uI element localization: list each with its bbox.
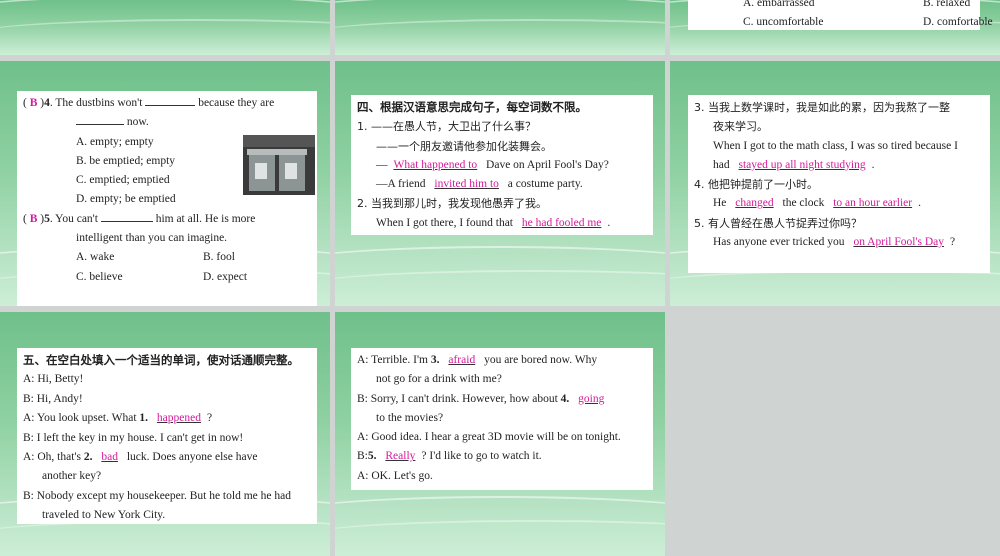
answer-text: happened — [156, 412, 201, 425]
answer-5: B — [29, 212, 38, 225]
multiple-choice-panel: ( B )4. The dustbins won't because they … — [17, 91, 317, 306]
empty-slot — [670, 312, 1000, 556]
translation-panel-2: 3. 当我上数学课时，我是如此的累，因为我熬了一整 夜来学习。 When I g… — [688, 95, 990, 273]
answer-4: B — [29, 97, 38, 109]
answer-text: to an hour earlier — [833, 197, 913, 210]
dialogue-panel-1: 五、在空白处填入一个适当的单词，使对话通顺完整。 A: Hi, Betty! B… — [17, 348, 317, 524]
blank — [76, 113, 124, 126]
option-b: B. fool — [203, 251, 235, 264]
option-d: D. comfortable — [923, 16, 993, 28]
option-d: D. expect — [203, 270, 248, 283]
option-a: A. wake — [76, 251, 115, 264]
slide-thumb-2[interactable] — [335, 0, 665, 55]
answer-text: afraid — [448, 354, 476, 366]
answer-text: stayed up all night studying — [738, 158, 866, 171]
slide-thumb-1[interactable] — [0, 0, 330, 55]
answer-text: Really — [385, 450, 416, 463]
question-5: ( B )5. You can't him at all. He is more — [23, 210, 311, 229]
answer-text: going — [578, 392, 605, 405]
answer-text: he had fooled me — [521, 216, 602, 229]
answer-text: invited him to — [434, 178, 499, 191]
option-a: A. embarrassed — [743, 0, 815, 9]
slide-thumb-4[interactable]: ( B )4. The dustbins won't because they … — [0, 61, 330, 306]
slide-thumb-6[interactable]: 3. 当我上数学课时，我是如此的累，因为我熬了一整 夜来学习。 When I g… — [670, 61, 1000, 306]
answer-text: What happened to — [393, 158, 478, 171]
dialogue-panel-2: A: Terrible. I'm 3. afraid you are bored… — [351, 348, 653, 490]
option-b: B. relaxed — [923, 0, 971, 9]
option-c: C. believe — [76, 270, 123, 283]
options-panel: A. embarrassed B. relaxed C. uncomfortabl… — [688, 0, 993, 30]
dustbin-image — [243, 135, 315, 195]
slide-thumb-7[interactable]: 五、在空白处填入一个适当的单词，使对话通顺完整。 A: Hi, Betty! B… — [0, 312, 330, 556]
blank — [100, 210, 153, 222]
translation-panel-1: 四、根据汉语意思完成句子，每空词数不限。 1. ——在愚人节，大卫出了什么事？ … — [351, 95, 653, 235]
slide-thumb-3[interactable]: A. embarrassed B. relaxed C. uncomfortabl… — [670, 0, 1000, 55]
section-heading: 五、在空白处填入一个适当的单词，使对话通顺完整。 — [23, 353, 299, 367]
answer-text: changed — [735, 197, 774, 210]
slide-thumb-8[interactable]: A: Terrible. I'm 3. afraid you are bored… — [335, 312, 665, 556]
slide-thumb-5[interactable]: 四、根据汉语意思完成句子，每空词数不限。 1. ——在愚人节，大卫出了什么事？ … — [335, 61, 665, 306]
blank — [145, 94, 196, 106]
question-4: ( B )4. The dustbins won't because they … — [23, 94, 311, 113]
answer-text: bad — [101, 451, 118, 464]
section-heading: 四、根据汉语意思完成句子，每空词数不限。 — [357, 100, 587, 114]
option-c: C. uncomfortable — [743, 16, 824, 28]
answer-text: on April Fool's Day — [853, 236, 944, 249]
